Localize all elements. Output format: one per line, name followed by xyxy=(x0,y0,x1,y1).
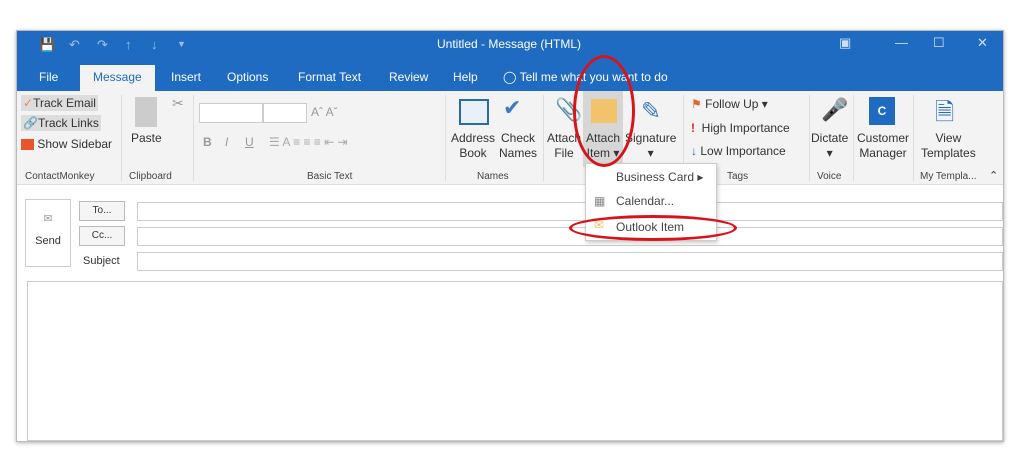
annotation-circle-attach-item xyxy=(573,55,635,167)
track-email-button[interactable]: ✓Track Email xyxy=(21,95,98,111)
group-my-templates: My Templa... xyxy=(920,171,977,182)
outlook-message-window: 💾 ↶ ↷ ↑ ↓ ▼ Untitled - Message (HTML) ▣ … xyxy=(16,30,1004,442)
close-icon[interactable]: ✕ xyxy=(977,35,988,51)
message-body[interactable] xyxy=(27,281,1003,441)
sidebar-icon xyxy=(21,139,34,151)
group-clipboard: Clipboard xyxy=(129,171,172,182)
high-importance-button[interactable]: ! High Importance xyxy=(691,121,790,135)
align-icons[interactable]: ☰ A ≡ ≡ ≡ ⇤ ⇥ xyxy=(269,135,348,149)
to-button[interactable]: To... xyxy=(79,201,125,221)
link-icon: 🔗 xyxy=(23,116,38,130)
subject-field[interactable] xyxy=(137,252,1003,271)
cc-button[interactable]: Cc... xyxy=(79,226,125,246)
ribbon: ✓Track Email 🔗Track Links Show Sidebar C… xyxy=(17,91,1003,185)
group-voice: Voice xyxy=(817,171,842,182)
tab-format-text[interactable]: Format Text xyxy=(290,65,369,91)
send-icon: ✉ xyxy=(43,213,53,225)
maximize-icon[interactable]: ☐ xyxy=(933,35,945,51)
microphone-icon: 🎤 xyxy=(821,97,849,122)
ribbon-display-icon[interactable]: ▣ xyxy=(839,35,851,51)
underline-button[interactable]: U xyxy=(245,135,254,149)
tab-insert[interactable]: Insert xyxy=(163,65,209,91)
down-arrow-icon: ↓ xyxy=(691,144,697,158)
signature-icon: ✎ xyxy=(641,98,662,125)
title-bar: 💾 ↶ ↷ ↑ ↓ ▼ Untitled - Message (HTML) ▣ … xyxy=(17,31,1003,91)
low-importance-button[interactable]: ↓ Low Importance xyxy=(691,144,786,158)
redo-icon[interactable]: ↷ xyxy=(97,37,108,53)
font-size-select[interactable] xyxy=(263,103,307,123)
calendar-icon: ▦ xyxy=(594,194,606,208)
cut-icon[interactable]: ✂ xyxy=(172,95,184,112)
address-book-button[interactable]: Address Book xyxy=(451,131,495,161)
view-templates-button[interactable]: View Templates xyxy=(921,131,976,161)
exclamation-icon: ! xyxy=(691,121,695,135)
signature-button[interactable]: Signature ▾ xyxy=(625,131,676,161)
follow-up-button[interactable]: ⚑ Follow Up ▾ xyxy=(691,97,768,111)
check-names-icon: ✔ xyxy=(503,95,522,120)
group-names: Names xyxy=(477,171,509,182)
undo-icon[interactable]: ↶ xyxy=(69,37,80,53)
font-name-select[interactable] xyxy=(199,103,263,123)
address-book-icon xyxy=(459,99,489,125)
subject-label: Subject xyxy=(83,255,120,267)
paste-icon xyxy=(135,97,157,127)
lightbulb-icon: ◯ xyxy=(503,70,517,84)
dictate-button[interactable]: Dictate ▾ xyxy=(811,131,848,161)
paste-button[interactable]: Paste xyxy=(131,131,162,146)
bold-button[interactable]: B xyxy=(203,135,212,149)
send-button[interactable]: ✉ Send xyxy=(25,199,71,267)
tab-review[interactable]: Review xyxy=(381,65,436,91)
customer-manager-icon: C xyxy=(869,97,895,125)
window-title: Untitled - Message (HTML) xyxy=(437,37,582,51)
group-tags: Tags xyxy=(727,171,749,182)
italic-button[interactable]: I xyxy=(225,135,228,149)
minimize-icon[interactable]: — xyxy=(895,35,908,50)
track-links-button[interactable]: 🔗Track Links xyxy=(21,115,101,131)
down-icon[interactable]: ↓ xyxy=(151,37,158,52)
tab-message[interactable]: Message xyxy=(80,65,155,91)
up-icon[interactable]: ↑ xyxy=(125,37,132,52)
menu-calendar[interactable]: Calendar... xyxy=(616,194,674,208)
annotation-circle-outlook-item xyxy=(569,215,737,241)
save-icon[interactable]: 💾 xyxy=(39,37,55,53)
show-sidebar-button[interactable]: Show Sidebar xyxy=(21,137,112,151)
check-names-button[interactable]: Check Names xyxy=(499,131,537,161)
tab-help[interactable]: Help xyxy=(445,65,486,91)
tab-file[interactable]: File xyxy=(31,65,66,91)
menu-business-card[interactable]: Business Card ▸ xyxy=(616,170,703,184)
to-field[interactable] xyxy=(137,202,1003,221)
customize-icon[interactable]: ▼ xyxy=(177,39,186,49)
customer-manager-button[interactable]: Customer Manager xyxy=(857,131,909,161)
flag-icon: ⚑ xyxy=(691,97,702,111)
tab-options[interactable]: Options xyxy=(219,65,276,91)
font-grow-icon[interactable]: Aˆ Aˇ xyxy=(311,105,338,119)
track-email-icon: ✓ xyxy=(23,96,34,110)
templates-icon: 🗎 xyxy=(935,99,955,126)
group-contactmonkey: ContactMonkey xyxy=(25,171,95,182)
collapse-ribbon-icon[interactable]: ⌃ xyxy=(989,169,998,182)
group-basic-text: Basic Text xyxy=(307,171,353,182)
